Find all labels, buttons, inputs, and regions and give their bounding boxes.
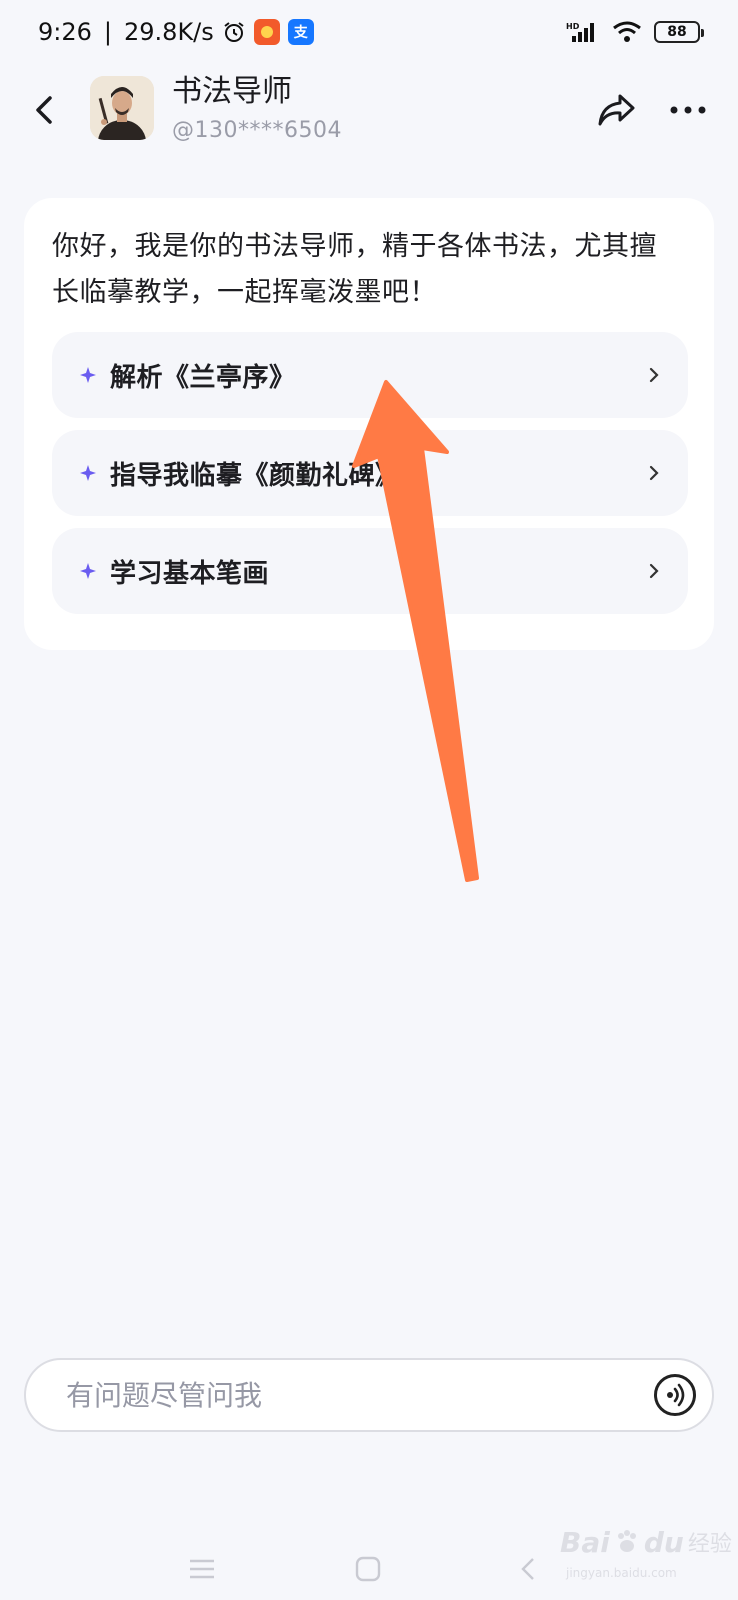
menu-icon [190, 1559, 214, 1579]
more-dots-icon [670, 106, 706, 114]
title-block: 书法导师 @130****6504 [172, 74, 342, 146]
greeting-message: 你好，我是你的书法导师，精于各体书法，尤其擅长临摹教学，一起挥毫泼墨吧！ [52, 231, 657, 308]
greeting-card: 你好，我是你的书法导师，精于各体书法，尤其擅长临摹教学，一起挥毫泼墨吧！ 解析《… [24, 198, 714, 650]
suggestion-item[interactable]: 解析《兰亭序》 [52, 332, 688, 418]
chevron-right-icon [648, 366, 660, 384]
suggestion-label: 指导我临摹《颜勤礼碑》 [110, 460, 402, 491]
chat-input-bar [24, 1358, 714, 1432]
share-button[interactable] [592, 86, 640, 134]
nav-back-button[interactable] [508, 1552, 548, 1586]
nav-home-button[interactable] [348, 1552, 388, 1586]
status-time: 9:26 [38, 18, 92, 46]
suggestion-label: 解析《兰亭序》 [110, 362, 296, 393]
app-icon-red [253, 19, 280, 45]
status-separator: | [103, 18, 112, 46]
battery-icon: 88 [654, 21, 704, 43]
chat-header: 书法导师 @130****6504 [0, 70, 738, 150]
chevron-right-icon [648, 562, 660, 580]
svg-text:HD: HD [566, 22, 580, 31]
watermark-url: jingyan.baidu.com [566, 1566, 677, 1580]
sparkle-icon [80, 465, 96, 481]
back-button[interactable] [24, 88, 64, 132]
chevron-right-icon [648, 464, 660, 482]
suggestion-item[interactable]: 指导我临摹《颜勤礼碑》 [52, 430, 688, 516]
alipay-icon: 支 [287, 19, 314, 45]
hd-signal-icon: HD [566, 20, 600, 44]
back-triangle-icon [521, 1558, 534, 1580]
paw-icon [617, 1530, 636, 1552]
more-options-button[interactable] [664, 86, 712, 134]
alipay-glyph: 支 [293, 25, 308, 41]
alarm-icon [222, 20, 246, 44]
home-square-icon [355, 1556, 381, 1582]
suggestion-item[interactable]: 学习基本笔画 [52, 528, 688, 614]
sparkle-icon [80, 563, 96, 579]
sparkle-icon [80, 367, 96, 383]
watermark-brand: Bai [560, 1525, 610, 1559]
watermark-brand2: du [643, 1525, 684, 1559]
share-icon [598, 94, 635, 126]
status-bar: 9:26 | 29.8K/s 支 HD 88 [0, 0, 738, 64]
wifi-icon [612, 20, 642, 44]
chevron-left-icon [36, 96, 52, 124]
battery-level: 88 [667, 24, 687, 40]
chat-input[interactable] [66, 1378, 654, 1412]
status-left: 9:26 | 29.8K/s 支 [38, 18, 314, 46]
baidu-watermark: Bai du 经验 jingyan.baidu.com [560, 1512, 732, 1581]
page-title: 书法导师 [172, 74, 292, 109]
user-handle: @130****6504 [172, 118, 342, 143]
nav-menu-button[interactable] [182, 1552, 222, 1586]
watermark-cn: 经验 [687, 1532, 732, 1557]
suggestion-label: 学习基本笔画 [110, 558, 270, 589]
voice-wave-icon [667, 1383, 685, 1407]
network-speed: 29.8K/s [124, 18, 214, 46]
voice-input-button[interactable] [654, 1374, 696, 1416]
status-right: HD 88 [566, 20, 704, 44]
avatar[interactable] [90, 76, 154, 140]
